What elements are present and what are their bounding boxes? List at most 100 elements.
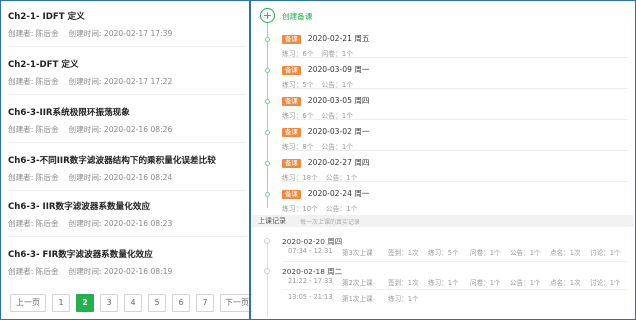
record-stat: 公告：1个 bbox=[510, 249, 541, 257]
lesson-tag: 备课 bbox=[282, 34, 301, 44]
divider bbox=[282, 181, 628, 182]
course-meta: 创建者: 陈后金 创建时间: 2020-02-17 17:22 bbox=[8, 76, 246, 87]
list-item[interactable]: Ch6-3- FIR数字滤波器系数量化效应 创建者: 陈后金 创建时间: 2020… bbox=[8, 248, 246, 277]
lesson-entry[interactable]: 备课 2020-02-24 周一 练习：10个 公告：1个 bbox=[282, 188, 627, 213]
course-time: 创建时间: 2020-02-16 08:23 bbox=[68, 219, 173, 228]
divider bbox=[8, 94, 246, 95]
course-title[interactable]: Ch6-3- IIR数字滤波器系数量化效应 bbox=[8, 200, 246, 212]
page-button-3[interactable]: 3 bbox=[100, 294, 118, 312]
lesson-entry[interactable]: 备课 2020-03-05 周四 练习：6个 公告：1个 bbox=[282, 95, 627, 120]
course-list-panel: Ch2-1- IDFT 定义 创建者: 陈后金 创建时间: 2020-02-17 … bbox=[2, 2, 254, 318]
course-creator: 创建者: 陈后金 bbox=[8, 173, 59, 182]
timeline-dot-icon bbox=[265, 37, 270, 42]
class-record-header: 上课记录 每一次上课的真实记录 bbox=[252, 215, 634, 227]
course-time: 创建时间: 2020-02-16 08:24 bbox=[68, 173, 173, 182]
record-timeline-line bbox=[267, 238, 268, 318]
record-stat: 签到：1次 bbox=[388, 249, 419, 257]
course-title[interactable]: Ch2-1-DFT 定义 bbox=[8, 58, 246, 70]
create-lesson-button[interactable]: 创建备课 bbox=[282, 11, 312, 22]
record-stat: 签到：1次 bbox=[388, 279, 419, 287]
lesson-entry[interactable]: 备课 2020-02-27 周四 练习：18个 公告：1个 bbox=[282, 157, 627, 182]
course-title[interactable]: Ch6-3-不同IIR数字滤波器结构下的乘积量化误差比较 bbox=[8, 154, 246, 166]
record-stat: 讨论：1个 bbox=[590, 279, 621, 287]
course-time: 创建时间: 2020-02-17 17:39 bbox=[68, 29, 173, 38]
lesson-date: 2020-03-05 周四 bbox=[307, 96, 370, 105]
lesson-tag: 备课 bbox=[282, 189, 301, 199]
record-time: 07:34 - 12:31 bbox=[288, 247, 333, 255]
course-meta: 创建者: 陈后金 创建时间: 2020-02-16 08:24 bbox=[8, 172, 246, 183]
divider bbox=[8, 142, 246, 143]
record-time: 13:05 - 21:13 bbox=[288, 293, 333, 301]
page-button-7[interactable]: 7 bbox=[196, 294, 214, 312]
course-creator: 创建者: 陈后金 bbox=[8, 29, 59, 38]
add-icon[interactable]: + bbox=[260, 8, 275, 23]
record-dot-icon bbox=[264, 268, 270, 274]
page-button-4[interactable]: 4 bbox=[124, 294, 142, 312]
record-class: 第3次上课 bbox=[342, 249, 373, 257]
lesson-date: 2020-03-09 周一 bbox=[307, 65, 370, 74]
class-record-title: 上课记录 bbox=[258, 217, 286, 225]
class-record-subtitle: 每一次上课的真实记录 bbox=[300, 219, 361, 226]
course-time: 创建时间: 2020-02-16 08:26 bbox=[68, 125, 173, 134]
list-item[interactable]: Ch2-1- IDFT 定义 创建者: 陈后金 创建时间: 2020-02-17 … bbox=[8, 10, 246, 39]
page-button-2[interactable]: 2 bbox=[76, 294, 94, 312]
course-title[interactable]: Ch6-3-IIR系统极限环振荡现象 bbox=[8, 106, 246, 118]
lesson-date: 2020-02-27 周四 bbox=[307, 158, 370, 167]
lesson-tag: 备课 bbox=[282, 158, 301, 168]
record-stat: 点名：1次 bbox=[550, 279, 581, 287]
lesson-timeline-panel: + 创建备课 备课 2020-02-21 周五 练习：6个 问卷：1个 备课 2020… bbox=[252, 2, 634, 318]
lesson-entry[interactable]: 备课 2020-03-09 周一 练习：5个 公告：1个 bbox=[282, 64, 627, 89]
record-date: 2020-02-18 周二 bbox=[282, 267, 343, 276]
divider bbox=[282, 88, 628, 89]
divider bbox=[282, 261, 628, 262]
divider bbox=[8, 190, 246, 191]
prev-page-button[interactable]: 上一页 bbox=[10, 294, 46, 312]
record-stat: 点名：1次 bbox=[550, 249, 581, 257]
divider bbox=[8, 236, 246, 237]
course-title[interactable]: Ch6-3- FIR数字滤波器系数量化效应 bbox=[8, 248, 246, 260]
record-stat: 练习：5个 bbox=[428, 249, 459, 257]
divider bbox=[282, 150, 628, 151]
page-button-5[interactable]: 5 bbox=[148, 294, 166, 312]
list-item[interactable]: Ch6-3- IIR数字滤波器系数量化效应 创建者: 陈后金 创建时间: 2020… bbox=[8, 200, 246, 229]
course-creator: 创建者: 陈后金 bbox=[8, 125, 59, 134]
record-stat: 讨论：1个 bbox=[590, 249, 621, 257]
panel-divider bbox=[249, 0, 251, 320]
record-stat: 问卷：1个 bbox=[470, 249, 501, 257]
course-time: 创建时间: 2020-02-16 08:19 bbox=[68, 267, 173, 276]
lesson-tag: 备课 bbox=[282, 127, 301, 137]
list-item[interactable]: Ch6-3-IIR系统极限环振荡现象 创建者: 陈后金 创建时间: 2020-02… bbox=[8, 106, 246, 135]
course-time: 创建时间: 2020-02-17 17:22 bbox=[68, 77, 173, 86]
list-item[interactable]: Ch2-1-DFT 定义 创建者: 陈后金 创建时间: 2020-02-17 17… bbox=[8, 58, 246, 87]
record-stat: 问卷：1个 bbox=[470, 279, 501, 287]
record-stat: 练习：1个 bbox=[388, 295, 419, 303]
course-creator: 创建者: 陈后金 bbox=[8, 77, 59, 86]
record-date: 2020-02-20 周四 bbox=[282, 237, 343, 246]
list-item[interactable]: Ch6-3-不同IIR数字滤波器结构下的乘积量化误差比较 创建者: 陈后金 创建时… bbox=[8, 154, 246, 183]
lesson-entry[interactable]: 备课 2020-02-21 周五 练习：6个 问卷：1个 bbox=[282, 33, 627, 58]
record-stat: 练习：1个 bbox=[428, 279, 459, 287]
course-title[interactable]: Ch2-1- IDFT 定义 bbox=[8, 10, 246, 22]
lesson-stat: 公告：1个 bbox=[325, 205, 358, 213]
timeline-dot-icon bbox=[265, 68, 270, 73]
timeline-dot-icon bbox=[265, 161, 270, 166]
divider bbox=[282, 57, 628, 58]
course-meta: 创建者: 陈后金 创建时间: 2020-02-16 08:23 bbox=[8, 218, 246, 229]
record-class: 第2次上课 bbox=[342, 279, 373, 287]
course-meta: 创建者: 陈后金 创建时间: 2020-02-16 08:26 bbox=[8, 124, 246, 135]
divider bbox=[282, 289, 628, 290]
lesson-tag: 备课 bbox=[282, 96, 301, 106]
timeline-dot-icon bbox=[265, 192, 270, 197]
lesson-entry[interactable]: 备课 2020-03-02 周一 练习：8个 公告：1个 bbox=[282, 126, 627, 151]
lesson-date: 2020-02-21 周五 bbox=[307, 34, 370, 43]
course-creator: 创建者: 陈后金 bbox=[8, 219, 59, 228]
lesson-tag: 备课 bbox=[282, 65, 301, 75]
lesson-date: 2020-03-02 周一 bbox=[307, 127, 370, 136]
record-stat: 公告：1个 bbox=[510, 279, 541, 287]
page-button-1[interactable]: 1 bbox=[52, 294, 70, 312]
lesson-date: 2020-02-24 周一 bbox=[307, 189, 370, 198]
record-class: 第1次上课 bbox=[342, 295, 373, 303]
divider bbox=[282, 119, 628, 120]
record-dot-icon bbox=[264, 238, 270, 244]
page-button-6[interactable]: 6 bbox=[172, 294, 190, 312]
